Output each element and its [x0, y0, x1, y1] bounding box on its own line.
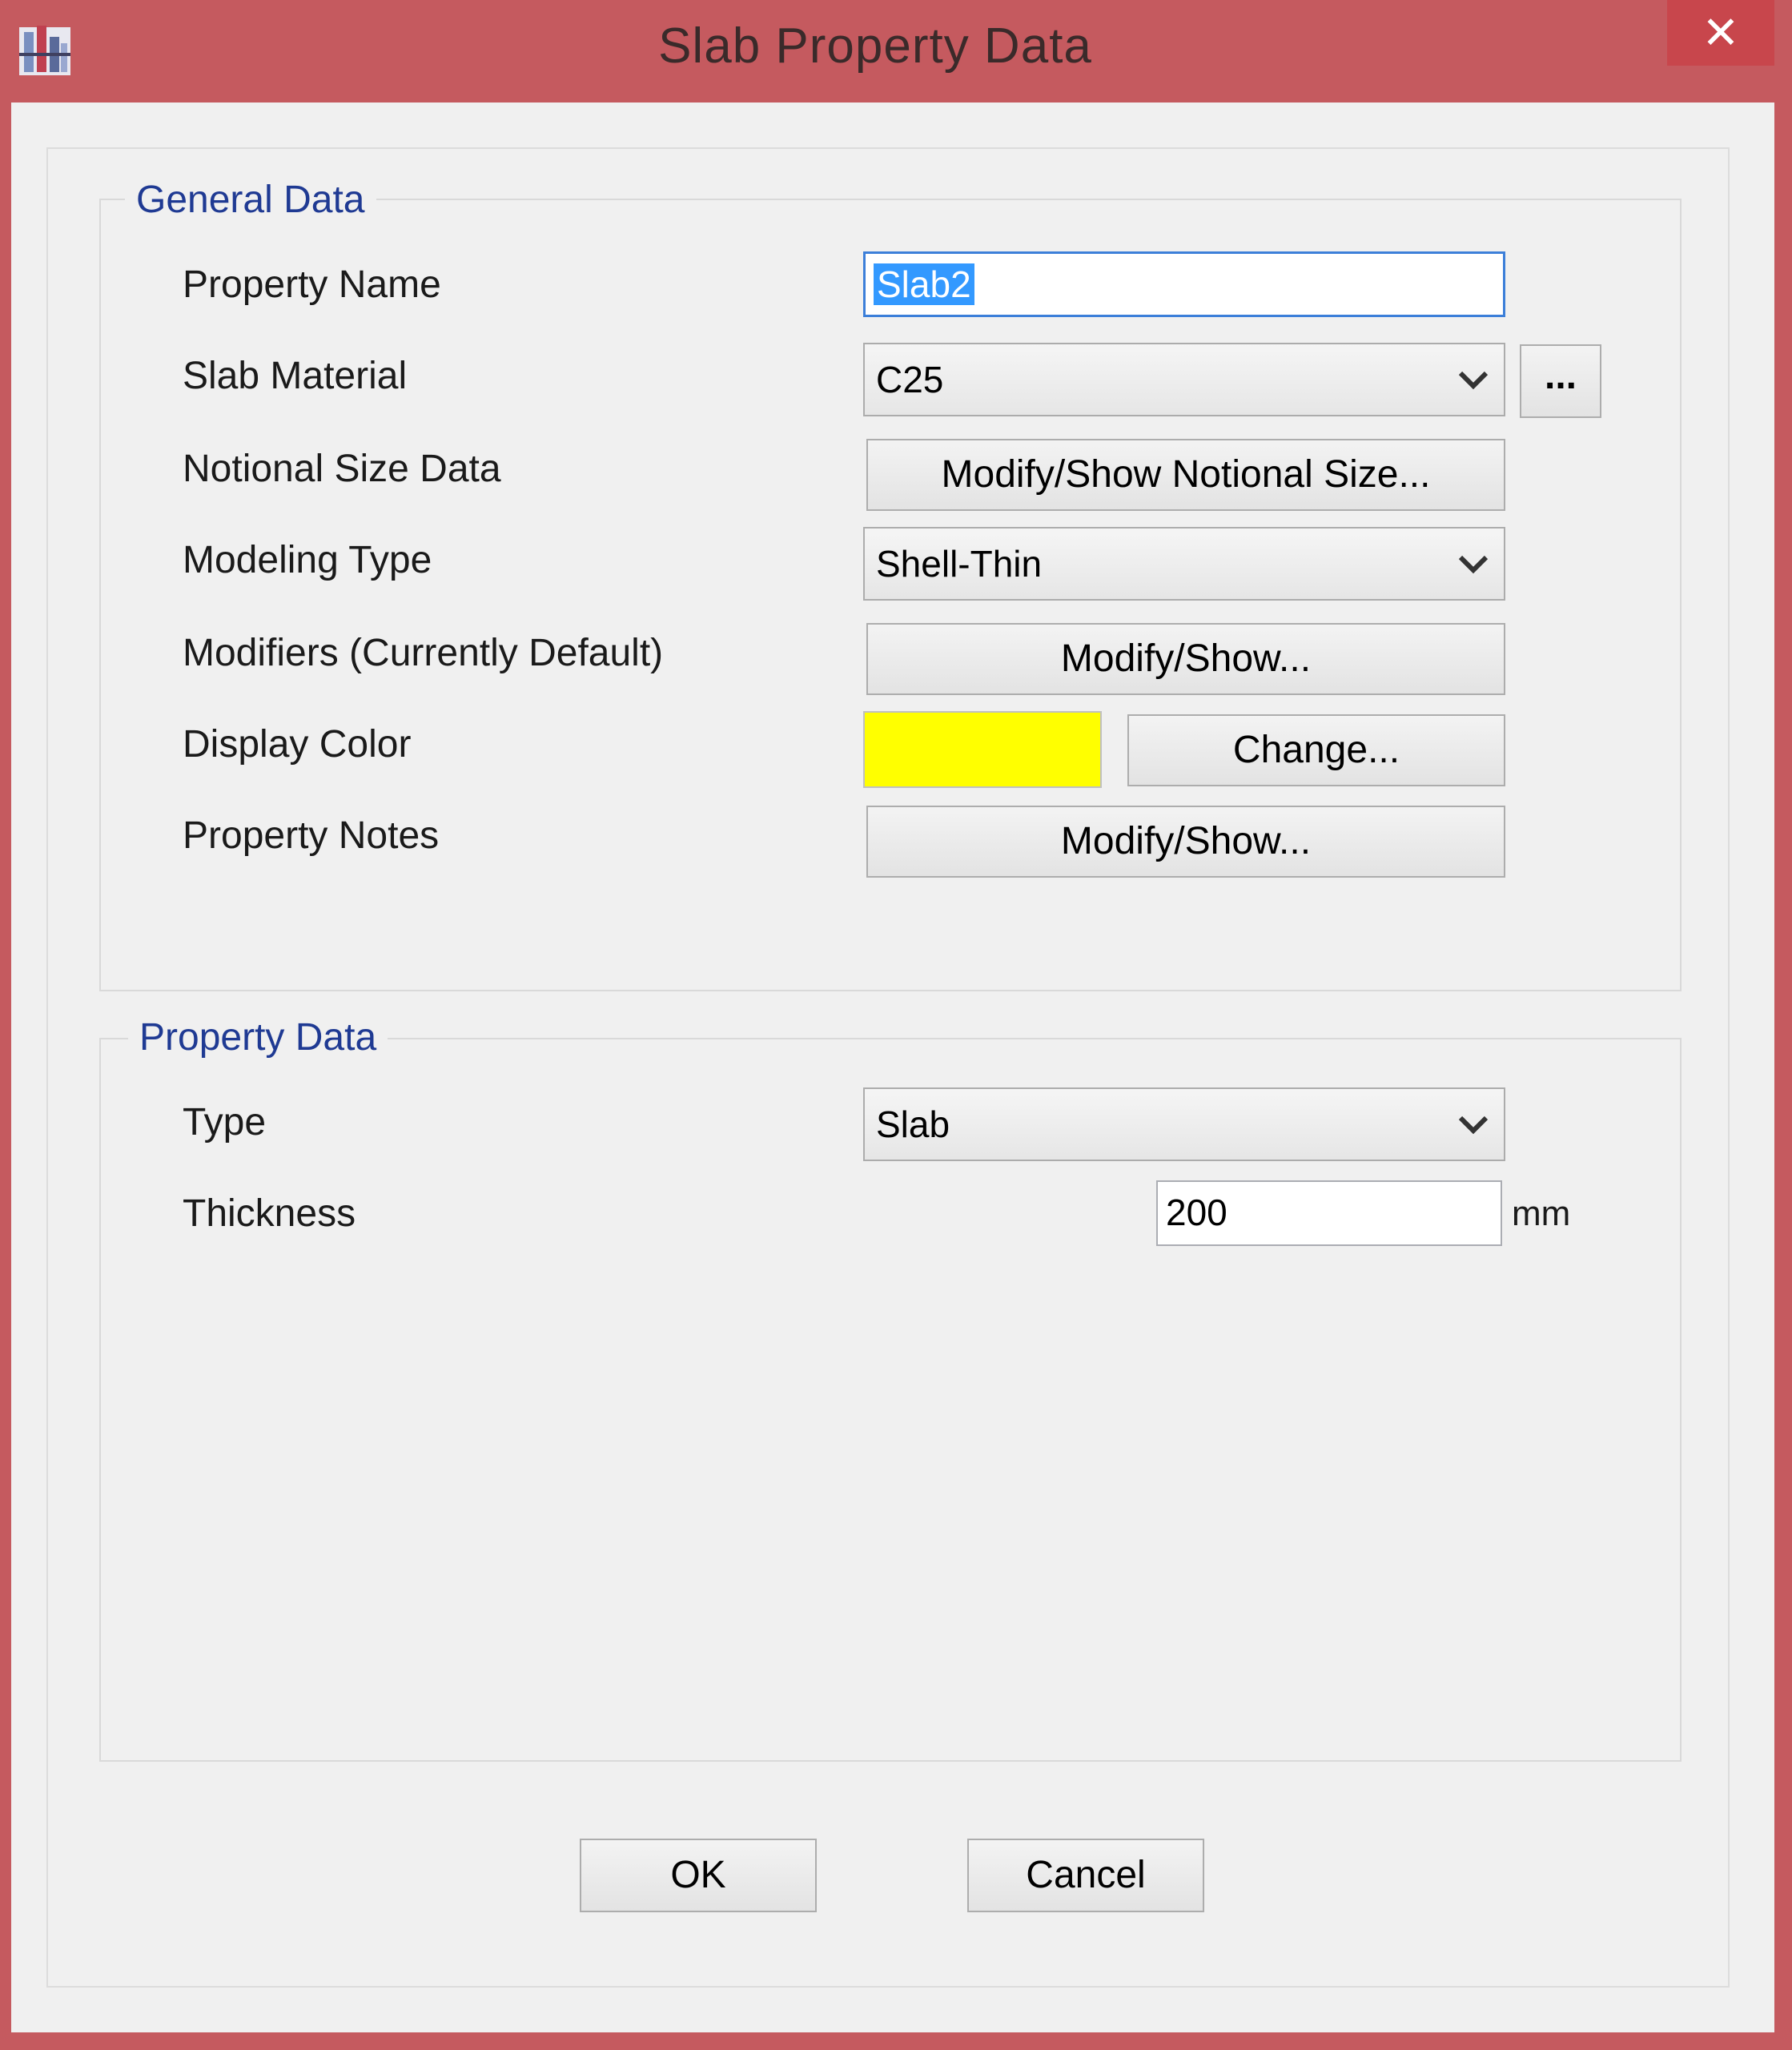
- general-data-title: General Data: [125, 176, 376, 224]
- notional-size-label: Notional Size Data: [183, 448, 501, 490]
- modeling-type-select[interactable]: Shell-Thin: [863, 527, 1505, 601]
- modeling-type-value: Shell-Thin: [876, 543, 1043, 585]
- property-notes-label: Property Notes: [183, 814, 440, 857]
- ok-button[interactable]: OK: [580, 1839, 817, 1912]
- slab-property-dialog: Slab Property Data ✕ General Data Proper…: [0, 0, 1792, 2050]
- property-data-title: Property Data: [128, 1014, 388, 1062]
- chevron-down-icon: [1458, 371, 1489, 390]
- type-value: Slab: [876, 1103, 950, 1145]
- thickness-value: 200: [1166, 1192, 1227, 1233]
- modify-notional-size-button[interactable]: Modify/Show Notional Size...: [866, 439, 1505, 511]
- slab-material-label: Slab Material: [183, 355, 408, 397]
- window-title: Slab Property Data: [658, 18, 1092, 74]
- display-color-label: Display Color: [183, 723, 412, 766]
- slab-material-value: C25: [876, 359, 944, 400]
- slab-material-select[interactable]: C25: [863, 343, 1505, 416]
- thickness-input[interactable]: 200: [1156, 1180, 1502, 1246]
- thickness-unit: mm: [1512, 1194, 1571, 1233]
- chevron-down-icon: [1458, 1115, 1489, 1135]
- property-name-label: Property Name: [183, 263, 441, 306]
- modifiers-label: Modifiers (Currently Default): [183, 632, 664, 674]
- chevron-down-icon: [1458, 555, 1489, 574]
- close-icon: ✕: [1702, 7, 1740, 58]
- dialog-client-area: General Data Property Name Slab2 Slab Ma…: [11, 102, 1774, 2032]
- close-button[interactable]: ✕: [1667, 0, 1774, 66]
- thickness-label: Thickness: [183, 1192, 356, 1235]
- modify-modifiers-button[interactable]: Modify/Show...: [866, 623, 1505, 695]
- modeling-type-label: Modeling Type: [183, 539, 432, 581]
- title-bar[interactable]: Slab Property Data ✕: [0, 0, 1792, 102]
- type-label: Type: [183, 1101, 267, 1144]
- type-select[interactable]: Slab: [863, 1087, 1505, 1161]
- cancel-button[interactable]: Cancel: [967, 1839, 1204, 1912]
- material-browse-button[interactable]: ...: [1520, 344, 1601, 418]
- property-name-input[interactable]: Slab2: [863, 251, 1505, 317]
- change-color-button[interactable]: Change...: [1127, 714, 1505, 786]
- property-name-value: Slab2: [874, 263, 974, 305]
- display-color-swatch: [863, 711, 1102, 788]
- modify-property-notes-button[interactable]: Modify/Show...: [866, 806, 1505, 878]
